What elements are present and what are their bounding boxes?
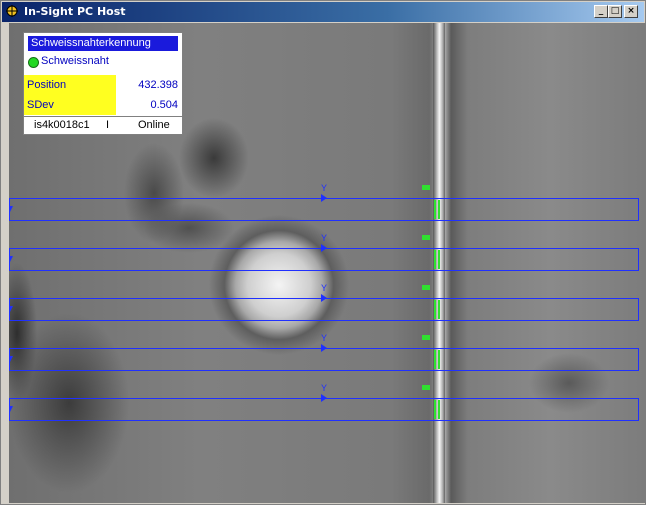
- results-panel: Schweissnahterkennung Schweissnaht Posit…: [23, 32, 183, 135]
- crosshair-icon: [6, 5, 18, 17]
- sdev-value: 0.504: [150, 99, 178, 111]
- status-indicator-icon: [28, 57, 39, 68]
- edge-marker: [438, 200, 440, 219]
- roi-y-label: Y: [321, 333, 328, 343]
- minimize-button[interactable]: _: [594, 5, 608, 18]
- roi-y-label: Y: [321, 183, 328, 193]
- roi-y-label: Y: [321, 383, 328, 393]
- direction-arrow-icon: [321, 344, 327, 352]
- roi-origin-arrow-icon: [9, 406, 13, 412]
- window-title: In-Sight PC Host: [24, 5, 126, 18]
- edge-tag-marker: [422, 185, 430, 190]
- edge-marker: [434, 350, 436, 369]
- status-label: Schweissnaht: [41, 55, 109, 67]
- edge-tag-marker: [422, 385, 430, 390]
- camera-image-view[interactable]: Schweissnahterkennung Schweissnaht Posit…: [9, 23, 646, 503]
- edge-marker: [434, 400, 436, 419]
- roi-origin-arrow-icon: [9, 256, 13, 262]
- panel-title: Schweissnahterkennung: [28, 36, 178, 51]
- edge-marker: [434, 250, 436, 269]
- status-footer: is4k0018c1 I Online: [24, 116, 182, 135]
- direction-arrow-icon: [321, 294, 327, 302]
- host-name: is4k0018c1: [34, 119, 90, 131]
- position-label: Position: [24, 75, 116, 95]
- edge-marker: [434, 300, 436, 319]
- edge-marker: [438, 350, 440, 369]
- direction-arrow-icon: [321, 244, 327, 252]
- application-window: In-Sight PC Host _ □ × Schweissnahterken…: [0, 0, 646, 505]
- direction-arrow-icon: [321, 394, 327, 402]
- edge-marker: [438, 400, 440, 419]
- edge-marker: [438, 250, 440, 269]
- roi-origin-arrow-icon: [9, 206, 13, 212]
- roi-y-label: Y: [321, 233, 328, 243]
- roi-origin-arrow-icon: [9, 306, 13, 312]
- roi-origin-arrow-icon: [9, 356, 13, 362]
- footer-separator: I: [106, 119, 110, 131]
- maximize-button[interactable]: □: [608, 5, 622, 18]
- direction-arrow-icon: [321, 194, 327, 202]
- title-bar[interactable]: In-Sight PC Host _ □ ×: [2, 2, 644, 22]
- roi-y-label: Y: [321, 283, 328, 293]
- edge-marker: [434, 200, 436, 219]
- online-status: Online: [138, 119, 170, 131]
- position-value: 432.398: [138, 79, 178, 91]
- sdev-label: SDev: [24, 95, 116, 115]
- close-button[interactable]: ×: [624, 5, 638, 18]
- edge-tag-marker: [422, 285, 430, 290]
- edge-marker: [438, 300, 440, 319]
- edge-tag-marker: [422, 235, 430, 240]
- edge-tag-marker: [422, 335, 430, 340]
